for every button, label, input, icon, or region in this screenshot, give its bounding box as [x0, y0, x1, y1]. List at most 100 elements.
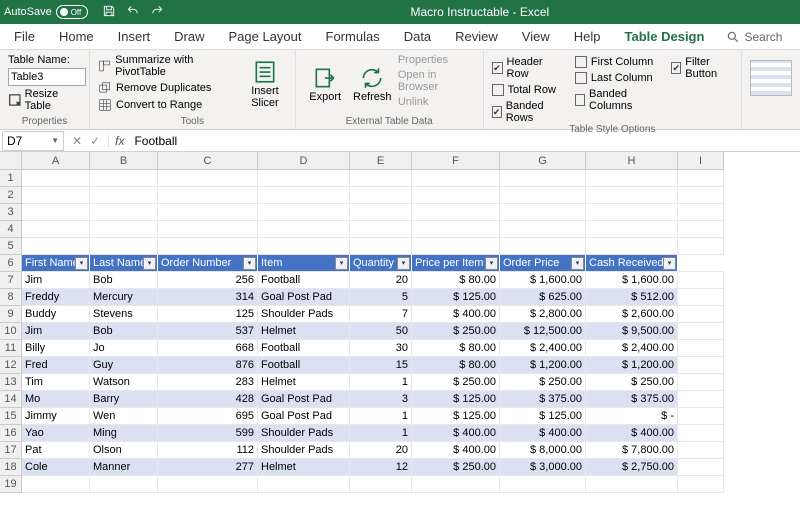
cell[interactable]: 125 — [158, 306, 258, 323]
cell[interactable] — [500, 204, 586, 221]
filter-icon[interactable]: ▾ — [397, 257, 410, 270]
table-header-cell[interactable]: Order Price▾ — [500, 255, 586, 272]
cell[interactable] — [158, 204, 258, 221]
cell[interactable]: 876 — [158, 357, 258, 374]
cell[interactable]: Football — [258, 272, 350, 289]
cell[interactable]: Helmet — [258, 459, 350, 476]
cell[interactable]: 428 — [158, 391, 258, 408]
cell[interactable]: 7 — [350, 306, 412, 323]
cell[interactable]: Helmet — [258, 374, 350, 391]
cell[interactable] — [90, 221, 158, 238]
cell[interactable] — [258, 221, 350, 238]
cell[interactable] — [158, 476, 258, 493]
check-first-column[interactable]: First Column — [575, 56, 657, 68]
cell[interactable]: Jo — [90, 340, 158, 357]
search-tab[interactable]: Search — [726, 30, 782, 44]
cell[interactable]: Stevens — [90, 306, 158, 323]
cell[interactable]: 314 — [158, 289, 258, 306]
row-header[interactable]: 3 — [0, 204, 22, 221]
cell[interactable] — [678, 238, 724, 255]
row-header[interactable]: 7 — [0, 272, 22, 289]
filter-icon[interactable]: ▾ — [571, 257, 584, 270]
cell[interactable] — [412, 238, 500, 255]
cell[interactable]: $ 250.00 — [500, 374, 586, 391]
cell[interactable]: $ 250.00 — [412, 374, 500, 391]
cell[interactable]: $ 80.00 — [412, 357, 500, 374]
cell[interactable]: 256 — [158, 272, 258, 289]
filter-icon[interactable]: ▾ — [75, 257, 88, 270]
column-header[interactable]: D — [258, 152, 350, 170]
cell[interactable]: $ 2,400.00 — [500, 340, 586, 357]
cell[interactable]: $ 12,500.00 — [500, 323, 586, 340]
cell[interactable] — [158, 238, 258, 255]
remove-duplicates-button[interactable]: Remove Duplicates — [98, 81, 239, 95]
cell[interactable] — [158, 221, 258, 238]
cell[interactable]: Guy — [90, 357, 158, 374]
cell[interactable]: 50 — [350, 323, 412, 340]
summarize-pivot-button[interactable]: Summarize with PivotTable — [98, 54, 239, 78]
check-header-row[interactable]: ✔Header Row — [492, 56, 561, 80]
row-header[interactable]: 14 — [0, 391, 22, 408]
cell[interactable] — [350, 170, 412, 187]
tab-file[interactable]: File — [4, 25, 45, 48]
check-banded-cols[interactable]: Banded Columns — [575, 88, 657, 112]
cell[interactable]: $ 2,800.00 — [500, 306, 586, 323]
cell[interactable] — [350, 204, 412, 221]
cell[interactable]: $ 80.00 — [412, 272, 500, 289]
cell[interactable] — [350, 476, 412, 493]
cell[interactable] — [158, 187, 258, 204]
tab-page-layout[interactable]: Page Layout — [219, 25, 312, 48]
cell[interactable]: $ 400.00 — [412, 442, 500, 459]
column-header[interactable]: C — [158, 152, 258, 170]
cell[interactable] — [90, 187, 158, 204]
cell[interactable] — [22, 187, 90, 204]
cell[interactable]: $ 125.00 — [500, 408, 586, 425]
cell[interactable]: Football — [258, 357, 350, 374]
cell[interactable] — [586, 476, 678, 493]
cell[interactable] — [258, 187, 350, 204]
row-header[interactable]: 17 — [0, 442, 22, 459]
cell[interactable]: Fred — [22, 357, 90, 374]
cell[interactable] — [90, 170, 158, 187]
cell[interactable]: 277 — [158, 459, 258, 476]
table-name-input[interactable] — [8, 68, 86, 86]
cell[interactable]: $ 2,600.00 — [586, 306, 678, 323]
table-header-cell[interactable]: Price per Item▾ — [412, 255, 500, 272]
tab-draw[interactable]: Draw — [164, 25, 214, 48]
cell[interactable]: Bob — [90, 272, 158, 289]
cell[interactable] — [90, 476, 158, 493]
cell[interactable]: Shoulder Pads — [258, 306, 350, 323]
row-header[interactable]: 18 — [0, 459, 22, 476]
cell[interactable] — [90, 204, 158, 221]
cell[interactable] — [412, 221, 500, 238]
cell[interactable]: $ 9,500.00 — [586, 323, 678, 340]
cell[interactable]: $ 125.00 — [412, 391, 500, 408]
cell[interactable] — [258, 238, 350, 255]
convert-range-button[interactable]: Convert to Range — [98, 98, 239, 112]
row-header[interactable]: 12 — [0, 357, 22, 374]
cell[interactable]: $ 80.00 — [412, 340, 500, 357]
cell[interactable] — [22, 238, 90, 255]
fx-icon[interactable]: fx — [109, 134, 130, 148]
cell[interactable]: 668 — [158, 340, 258, 357]
filter-icon[interactable]: ▾ — [335, 257, 348, 270]
cell[interactable]: 537 — [158, 323, 258, 340]
row-header[interactable]: 8 — [0, 289, 22, 306]
cell[interactable]: Goal Post Pad — [258, 289, 350, 306]
table-header-cell[interactable]: Order Number▾ — [158, 255, 258, 272]
row-header[interactable]: 11 — [0, 340, 22, 357]
cell[interactable]: $ 375.00 — [500, 391, 586, 408]
cell[interactable] — [90, 238, 158, 255]
cell[interactable]: Yao — [22, 425, 90, 442]
row-header[interactable]: 2 — [0, 187, 22, 204]
cell[interactable]: 283 — [158, 374, 258, 391]
column-header[interactable]: B — [90, 152, 158, 170]
cell[interactable]: $ 2,750.00 — [586, 459, 678, 476]
cell[interactable]: Cole — [22, 459, 90, 476]
cell[interactable]: Bob — [90, 323, 158, 340]
column-header[interactable]: E — [350, 152, 412, 170]
tab-help[interactable]: Help — [564, 25, 611, 48]
cell[interactable] — [586, 187, 678, 204]
undo-icon[interactable] — [126, 4, 140, 21]
cell[interactable] — [158, 170, 258, 187]
